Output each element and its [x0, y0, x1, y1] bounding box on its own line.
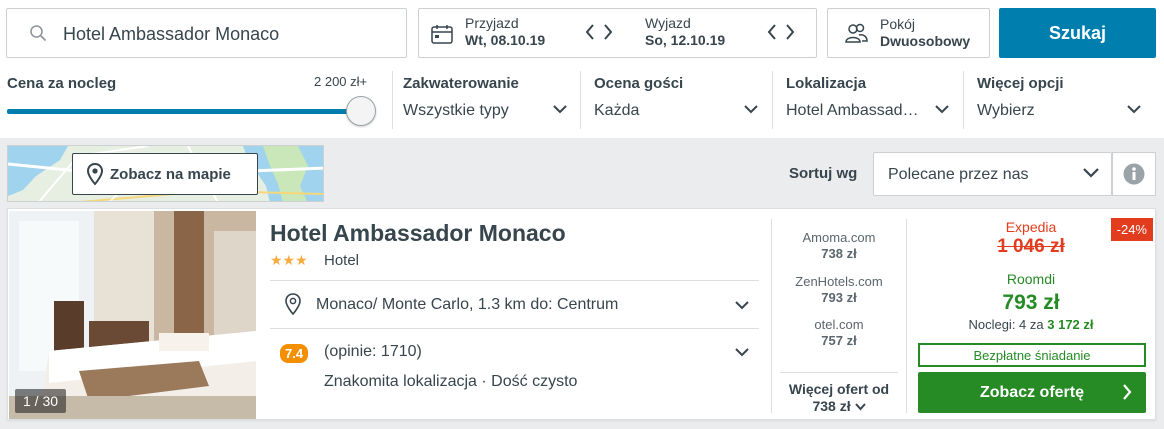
stay-total: Noclegi: 4 za 3 172 zł: [968, 317, 1094, 332]
search-header: Hotel Ambassador Monaco Przyjazd Wt, 08.…: [0, 0, 1164, 138]
checkout-label: Wyjazd: [645, 15, 691, 31]
old-price: 1 046 zł: [997, 236, 1065, 257]
checkin-prev-icon[interactable]: [585, 23, 595, 41]
review-count: (opinie: 1710): [324, 343, 422, 360]
offer-site: otel.com: [814, 317, 864, 332]
offer-price: 757 zł: [821, 333, 857, 348]
divider: [270, 280, 759, 281]
offer-price: 738 zł: [821, 246, 857, 261]
alternative-offers: Amoma.com 738 zł ZenHotels.com 793 zł ot…: [772, 209, 906, 421]
best-deal-panel: -24% Expedia 1 046 zł Roomdi 793 zł Nocl…: [916, 209, 1156, 421]
offer-price: 793 zł: [821, 290, 857, 305]
photo-counter: 1 / 30: [15, 389, 67, 413]
calendar-icon: [431, 25, 453, 44]
destination-search-input[interactable]: Hotel Ambassador Monaco: [6, 8, 407, 58]
checkout-date[interactable]: Wyjazd So, 12.10.19: [645, 15, 725, 49]
more-offers-label: Więcej ofert od: [788, 381, 890, 397]
price-slider-handle[interactable]: [346, 96, 376, 126]
price-slider-track[interactable]: [7, 109, 359, 114]
checkin-date[interactable]: Przyjazd Wt, 08.10.19: [465, 15, 545, 49]
show-on-map-label: Zobacz na mapie: [110, 165, 231, 183]
filter-more-options[interactable]: Więcej opcji Wybierz: [977, 71, 1145, 129]
checkin-label: Przyjazd: [465, 15, 519, 31]
hotel-room-image: [9, 211, 256, 419]
filter-guest-rating[interactable]: Ocena gości Każda: [594, 71, 762, 129]
checkin-value: Wt, 08.10.19: [465, 32, 546, 48]
date-picker[interactable]: Przyjazd Wt, 08.10.19 Wyjazd So, 12.10.1…: [418, 8, 817, 58]
filter-location-value: Hotel Ambassad…: [786, 102, 919, 119]
view-offer-button[interactable]: Zobacz ofertę: [918, 372, 1146, 413]
free-breakfast-badge: Bezpłatne śniadanie: [918, 343, 1146, 367]
hotel-location: Monaco/ Monte Carlo, 1.3 km do: Centrum: [316, 296, 619, 313]
filter-more-options-value: Wybierz: [977, 102, 1035, 119]
rating-badge: 7.4: [280, 344, 309, 363]
chevron-down-icon: [935, 105, 949, 114]
guests-icon: [845, 23, 868, 43]
chevron-down-icon: [854, 403, 866, 411]
checkout-next-icon[interactable]: [785, 23, 795, 41]
filter-accommodation-value: Wszystkie typy: [403, 102, 509, 119]
filter-accommodation-title: Zakwaterowanie: [403, 75, 519, 92]
room-label: Pokój: [880, 16, 916, 32]
star-rating: ★★★: [270, 252, 308, 268]
chevron-down-icon: [744, 105, 758, 114]
rating-expand-chevron-icon[interactable]: [735, 348, 749, 357]
hotel-type: Hotel: [324, 252, 360, 269]
offer-site: Amoma.com: [802, 230, 876, 245]
filter-location[interactable]: Lokalizacja Hotel Ambassad…: [786, 71, 953, 129]
offer-item[interactable]: otel.com 757 zł: [772, 317, 906, 349]
offer-item[interactable]: ZenHotels.com 793 zł: [772, 274, 906, 306]
more-offers-price: 738 zł: [812, 398, 851, 414]
filter-guest-rating-value: Każda: [594, 102, 640, 119]
sort-info-button[interactable]: [1112, 152, 1156, 196]
filter-accommodation[interactable]: Zakwaterowanie Wszystkie typy: [403, 71, 571, 129]
show-on-map-button[interactable]: Zobacz na mapie: [72, 153, 258, 195]
checkin-next-icon[interactable]: [603, 23, 613, 41]
old-price-source: Expedia: [1005, 219, 1057, 235]
room-value: Dwuosobowy: [880, 33, 971, 49]
sort-value: Polecane przez nas: [888, 166, 1029, 183]
info-icon: [1123, 163, 1145, 185]
hotel-result-card: 1 / 30 Hotel Ambassador Monaco ★★★ Hotel…: [7, 208, 1156, 420]
stay-total-price: 3 172 zł: [1047, 317, 1094, 332]
price-max-value: 2 200 zł+: [314, 74, 368, 89]
filter-guest-rating-title: Ocena gości: [594, 75, 684, 92]
chevron-right-icon: [1123, 384, 1132, 400]
view-offer-label: Zobacz ofertę: [979, 383, 1084, 401]
hotel-name[interactable]: Hotel Ambassador Monaco: [270, 220, 566, 247]
search-icon: [30, 25, 47, 42]
chevron-down-icon: [1083, 168, 1099, 178]
hotel-photo[interactable]: 1 / 30: [9, 211, 256, 419]
chevron-down-icon: [553, 105, 567, 114]
best-price: 793 zł: [1002, 291, 1060, 314]
more-offers-button[interactable]: Więcej ofert od 738 zł: [772, 381, 906, 415]
sort-label: Sortuj wg: [789, 165, 858, 182]
offer-site: ZenHotels.com: [795, 274, 883, 289]
destination-value: Hotel Ambassador Monaco: [63, 24, 280, 44]
price-filter-label: Cena za nocleg: [7, 75, 117, 92]
offer-item[interactable]: Amoma.com 738 zł: [772, 230, 906, 262]
sort-select[interactable]: Polecane przez nas: [873, 152, 1112, 196]
location-expand-chevron-icon[interactable]: [735, 301, 749, 310]
best-price-source: Roomdi: [1006, 271, 1056, 287]
room-type-selector[interactable]: Pokój Dwuosobowy: [827, 8, 990, 58]
location-pin-icon: [285, 293, 301, 315]
search-button[interactable]: Szukaj: [999, 8, 1156, 58]
filter-location-title: Lokalizacja: [786, 75, 867, 92]
checkout-prev-icon[interactable]: [767, 23, 777, 41]
filter-more-options-title: Więcej opcji: [977, 75, 1064, 92]
checkout-value: So, 12.10.19: [645, 32, 726, 48]
chevron-down-icon: [1127, 105, 1141, 114]
divider: [270, 328, 759, 329]
map-pin-icon: [87, 163, 103, 185]
review-highlights: Znakomita lokalizacja · Dość czysto: [324, 373, 578, 390]
